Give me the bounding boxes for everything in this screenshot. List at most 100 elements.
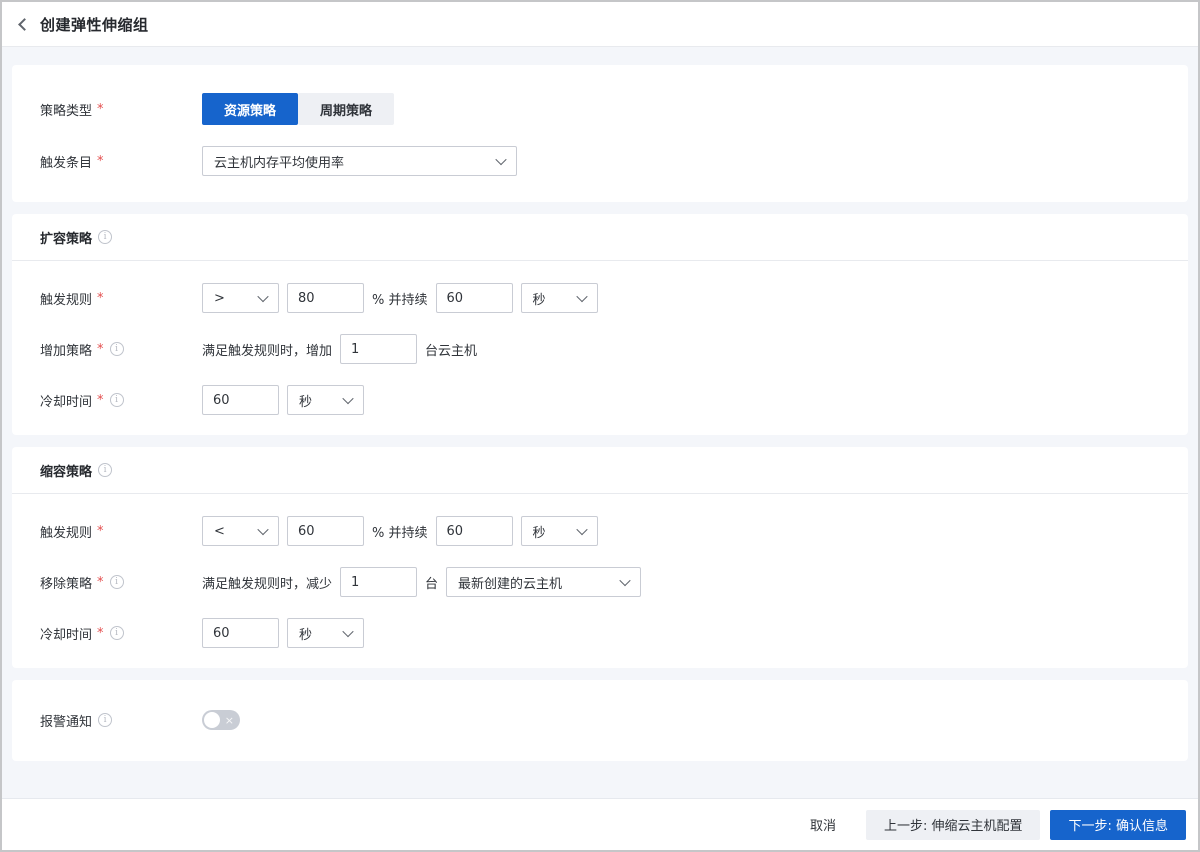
scale-out-cooldown-unit-select[interactable]: 秒 (287, 385, 364, 415)
trigger-item-label: 触发条目 (40, 152, 92, 171)
remove-policy-row: 移除策略 * 满足触发规则时，减少 台 最新创建的云主机 (40, 567, 1160, 597)
remove-policy-label-wrap: 移除策略 * (40, 573, 202, 592)
chevron-down-icon (576, 524, 587, 535)
chevron-down-icon (342, 626, 353, 637)
remove-policy-prefix: 满足触发规则时，减少 (202, 573, 332, 592)
next-step-button[interactable]: 下一步: 确认信息 (1050, 810, 1186, 840)
page-title: 创建弹性伸缩组 (40, 14, 149, 35)
policy-type-label-wrap: 策略类型 * (40, 100, 202, 119)
alarm-card: 报警通知 (12, 680, 1188, 761)
create-scaling-group-window: 创建弹性伸缩组 策略类型 * 资源策略 周期策略 触发条目 * (0, 0, 1200, 852)
scale-in-between-text: % 并持续 (372, 522, 428, 541)
scale-out-duration-unit-select[interactable]: 秒 (521, 283, 598, 313)
scale-in-duration-input[interactable] (436, 516, 513, 546)
trigger-rule-label: 触发规则 (40, 289, 92, 308)
required-mark: * (97, 342, 104, 357)
remove-policy-label: 移除策略 (40, 573, 92, 592)
info-icon[interactable] (110, 575, 124, 589)
required-mark: * (97, 154, 104, 169)
scale-out-threshold-input[interactable] (287, 283, 364, 313)
chevron-down-icon (257, 524, 268, 535)
cooldown-label: 冷却时间 (40, 624, 92, 643)
required-mark: * (97, 524, 104, 539)
scale-out-duration-input[interactable] (436, 283, 513, 313)
scale-out-cooldown-input[interactable] (202, 385, 279, 415)
policy-basic-card: 策略类型 * 资源策略 周期策略 触发条目 * 云主机内存平均使用率 (12, 65, 1188, 202)
scale-in-cooldown-input[interactable] (202, 618, 279, 648)
required-mark: * (97, 102, 104, 117)
page-footer: 取消 上一步: 伸缩云主机配置 下一步: 确认信息 (2, 798, 1198, 850)
scale-in-operator-value: < (214, 524, 225, 539)
chevron-down-icon (495, 154, 506, 165)
info-icon[interactable] (98, 230, 112, 244)
required-mark: * (97, 291, 104, 306)
scale-in-section-head: 缩容策略 (12, 447, 1188, 494)
remove-target-value: 最新创建的云主机 (458, 573, 562, 592)
scale-in-cooldown-unit-select[interactable]: 秒 (287, 618, 364, 648)
alarm-row: 报警通知 (40, 710, 1160, 730)
scale-out-cooldown-unit-value: 秒 (299, 391, 312, 410)
remove-target-select[interactable]: 最新创建的云主机 (446, 567, 641, 597)
trigger-item-select[interactable]: 云主机内存平均使用率 (202, 146, 517, 176)
alarm-label-wrap: 报警通知 (40, 711, 202, 730)
scale-out-section-body: 触发规则 * > % 并持续 秒 (12, 261, 1188, 435)
scale-out-trigger-rule-label-wrap: 触发规则 * (40, 289, 202, 308)
alarm-label: 报警通知 (40, 711, 92, 730)
add-policy-suffix: 台云主机 (425, 340, 477, 359)
scale-out-between-text: % 并持续 (372, 289, 428, 308)
scale-out-section-head: 扩容策略 (12, 214, 1188, 261)
chevron-down-icon (576, 291, 587, 302)
scale-out-card: 扩容策略 触发规则 * > % 并持续 (12, 214, 1188, 435)
scale-in-duration-unit-value: 秒 (533, 522, 546, 541)
page-header: 创建弹性伸缩组 (2, 2, 1198, 47)
remove-count-input[interactable] (340, 567, 417, 597)
remove-policy-middle: 台 (425, 573, 438, 592)
cooldown-label: 冷却时间 (40, 391, 92, 410)
chevron-down-icon (619, 575, 630, 586)
scale-in-trigger-rule-label-wrap: 触发规则 * (40, 522, 202, 541)
scale-in-cooldown-label-wrap: 冷却时间 * (40, 624, 202, 643)
scale-in-operator-select[interactable]: < (202, 516, 279, 546)
alarm-toggle[interactable] (202, 710, 240, 730)
policy-type-tabs: 资源策略 周期策略 (202, 93, 394, 125)
tab-period-policy[interactable]: 周期策略 (298, 93, 394, 125)
info-icon[interactable] (110, 342, 124, 356)
scale-out-trigger-rule-row: 触发规则 * > % 并持续 秒 (40, 283, 1160, 313)
policy-type-label: 策略类型 (40, 100, 92, 119)
add-policy-prefix: 满足触发规则时，增加 (202, 340, 332, 359)
policy-type-row: 策略类型 * 资源策略 周期策略 (40, 93, 1160, 125)
scale-in-duration-unit-select[interactable]: 秒 (521, 516, 598, 546)
scale-in-trigger-rule-row: 触发规则 * < % 并持续 秒 (40, 516, 1160, 546)
info-icon[interactable] (98, 463, 112, 477)
scale-out-duration-unit-value: 秒 (533, 289, 546, 308)
tab-resource-policy[interactable]: 资源策略 (202, 93, 298, 125)
info-icon[interactable] (110, 393, 124, 407)
required-mark: * (97, 575, 104, 590)
add-count-input[interactable] (340, 334, 417, 364)
toggle-knob (204, 712, 220, 728)
back-icon[interactable] (18, 18, 31, 31)
scale-in-cooldown-row: 冷却时间 * 秒 (40, 618, 1160, 648)
cancel-button[interactable]: 取消 (796, 810, 850, 840)
info-icon[interactable] (110, 626, 124, 640)
add-policy-label-wrap: 增加策略 * (40, 340, 202, 359)
scale-in-card: 缩容策略 触发规则 * < % 并持续 (12, 447, 1188, 668)
trigger-item-row: 触发条目 * 云主机内存平均使用率 (40, 146, 1160, 176)
scale-in-cooldown-unit-value: 秒 (299, 624, 312, 643)
previous-step-button[interactable]: 上一步: 伸缩云主机配置 (866, 810, 1041, 840)
scale-out-title: 扩容策略 (40, 228, 92, 247)
trigger-item-label-wrap: 触发条目 * (40, 152, 202, 171)
required-mark: * (97, 393, 104, 408)
scale-in-threshold-input[interactable] (287, 516, 364, 546)
page-body: 策略类型 * 资源策略 周期策略 触发条目 * 云主机内存平均使用率 (2, 47, 1198, 798)
trigger-item-value: 云主机内存平均使用率 (214, 152, 344, 171)
info-icon[interactable] (98, 713, 112, 727)
scale-out-operator-select[interactable]: > (202, 283, 279, 313)
toggle-off-icon (225, 710, 234, 730)
chevron-down-icon (342, 393, 353, 404)
scale-in-section-body: 触发规则 * < % 并持续 秒 (12, 494, 1188, 668)
chevron-down-icon (257, 291, 268, 302)
scale-in-title: 缩容策略 (40, 461, 92, 480)
add-policy-row: 增加策略 * 满足触发规则时，增加 台云主机 (40, 334, 1160, 364)
trigger-rule-label: 触发规则 (40, 522, 92, 541)
